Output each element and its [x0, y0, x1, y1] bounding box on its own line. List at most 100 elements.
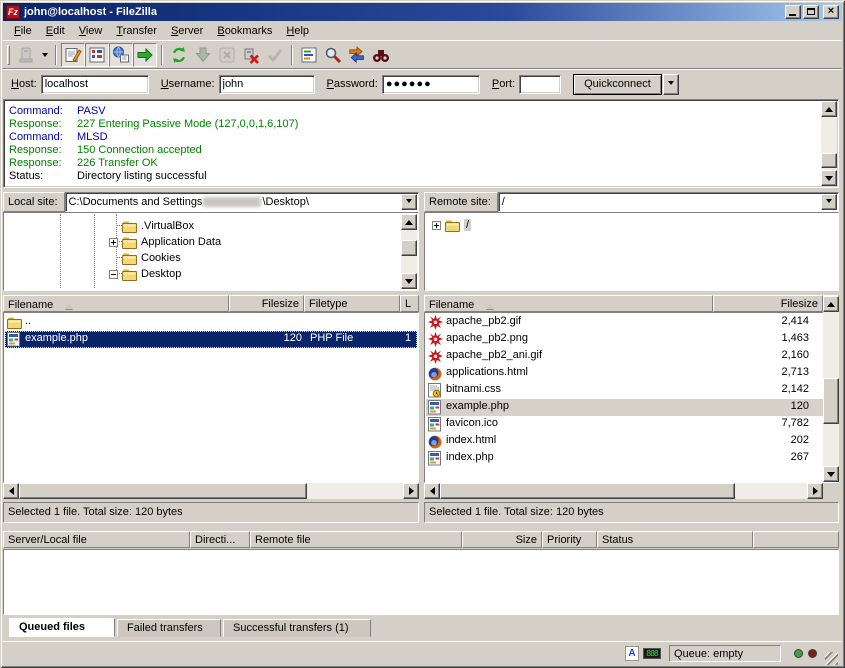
disconnect-button[interactable] — [239, 43, 263, 67]
log-scrollbar[interactable] — [821, 101, 837, 186]
scroll-down-button[interactable] — [823, 466, 839, 482]
local-site-dropdown-button[interactable] — [401, 194, 417, 210]
column-header-server-local-file[interactable]: Server/Local file — [3, 531, 190, 548]
column-header-l[interactable]: L — [400, 295, 419, 312]
minimize-button[interactable] — [785, 5, 801, 19]
resize-grip[interactable] — [825, 652, 838, 665]
menu-transfer[interactable]: Transfer — [109, 23, 164, 39]
file-row-example.php[interactable]: example.php120PHP File1 — [5, 331, 417, 348]
local-tree-scrollbar[interactable] — [401, 214, 417, 289]
file-row-..[interactable]: .. — [5, 314, 417, 331]
close-button[interactable]: × — [823, 5, 839, 19]
file-row-index.php[interactable]: index.php267 — [426, 450, 837, 467]
column-header-filetype[interactable]: Filetype — [304, 295, 400, 312]
php-file-icon — [428, 400, 441, 415]
scroll-thumb[interactable] — [823, 378, 839, 424]
column-header-remote-file[interactable]: Remote file — [250, 531, 462, 548]
remote-list-scrollbar[interactable] — [823, 296, 839, 482]
scroll-thumb[interactable] — [19, 483, 307, 499]
process-queue-button[interactable] — [191, 43, 215, 67]
filter-button[interactable] — [297, 43, 321, 67]
file-row-apache-pb2-ani.gif[interactable]: apache_pb2_ani.gif2,160 — [426, 348, 837, 365]
scroll-thumb[interactable] — [821, 153, 837, 168]
local-tree-item-application-data[interactable]: Application Data — [109, 234, 221, 250]
column-header-priority[interactable]: Priority — [542, 531, 597, 548]
local-site-combobox[interactable]: C:\Documents and Settings\Desktop\ — [65, 192, 419, 212]
scroll-up-button[interactable] — [823, 296, 839, 312]
column-header-size[interactable]: Size — [462, 531, 542, 548]
password-label: Password: — [327, 78, 378, 90]
file-row-bitnami.css[interactable]: bitnami.css2,142 — [426, 382, 837, 399]
scroll-down-button[interactable] — [821, 170, 837, 186]
local-tree-item-cookies[interactable]: Cookies — [122, 250, 181, 266]
toggle-remote-tree-icon — [112, 46, 130, 64]
file-row-applications.html[interactable]: applications.html2,713 — [426, 365, 837, 382]
column-header-status[interactable]: Status — [597, 531, 753, 548]
port-input[interactable] — [519, 75, 561, 94]
remote-site-dropdown-button[interactable] — [821, 194, 837, 210]
title-bar[interactable]: Fz john@localhost - FileZilla × — [3, 3, 842, 21]
local-tree-item-desktop[interactable]: Desktop — [109, 266, 181, 282]
menu-help[interactable]: Help — [279, 23, 316, 39]
scroll-up-button[interactable] — [401, 214, 417, 230]
menu-edit[interactable]: Edit — [39, 23, 72, 39]
queue-status-text: Queue: empty — [669, 645, 781, 662]
local-tree-item--virtualbox[interactable]: .VirtualBox — [122, 218, 194, 234]
quickconnect-dropdown-button[interactable] — [663, 74, 679, 95]
sort-ascending-icon — [486, 299, 494, 309]
find-files-button[interactable] — [321, 43, 345, 67]
expand-icon[interactable] — [432, 221, 441, 230]
tab-successful-transfers-1-[interactable]: Successful transfers (1) — [223, 619, 371, 637]
password-input[interactable] — [382, 75, 480, 94]
synchronized-browsing-button[interactable] — [345, 43, 369, 67]
file-row-apache-pb2.png[interactable]: apache_pb2.png1,463 — [426, 331, 837, 348]
scroll-left-button[interactable] — [3, 483, 19, 499]
local-hscrollbar[interactable] — [3, 483, 419, 499]
column-header-filename[interactable]: Filename — [424, 295, 713, 312]
tab-failed-transfers[interactable]: Failed transfers — [117, 619, 221, 637]
menu-server[interactable]: Server — [164, 23, 210, 39]
refresh-button[interactable] — [167, 43, 191, 67]
remote-hscrollbar[interactable] — [424, 483, 823, 499]
site-manager-dropdown-button[interactable] — [38, 44, 51, 66]
local-list-header: FilenameFilesizeFiletypeL — [3, 295, 419, 312]
toggle-queue-button[interactable] — [133, 43, 157, 67]
column-header-filesize[interactable]: Filesize — [229, 295, 304, 312]
column-header-directi-[interactable]: Directi... — [190, 531, 250, 548]
reconnect-button[interactable] — [263, 43, 287, 67]
file-row-favicon.ico[interactable]: favicon.ico7,782 — [426, 416, 837, 433]
remote-site-combobox[interactable]: / — [498, 192, 839, 212]
folder-icon — [122, 220, 137, 233]
search-binoculars-button[interactable] — [369, 43, 393, 67]
scroll-right-button[interactable] — [807, 483, 823, 499]
scroll-down-button[interactable] — [401, 273, 417, 289]
column-header-filesize[interactable]: Filesize — [713, 295, 823, 312]
transfer-type-icon[interactable]: A — [625, 646, 639, 661]
scroll-thumb[interactable] — [401, 240, 417, 256]
host-input[interactable] — [41, 75, 149, 94]
file-row-apache-pb2.gif[interactable]: apache_pb2.gif2,414 — [426, 314, 837, 331]
scroll-up-button[interactable] — [821, 101, 837, 117]
toggle-remote-tree-button[interactable] — [109, 43, 133, 67]
column-header-filename[interactable]: Filename — [3, 295, 229, 312]
file-row-example.php[interactable]: example.php120 — [426, 399, 837, 416]
toggle-message-log-button[interactable] — [61, 43, 85, 67]
speed-limit-icon[interactable]: 888 — [643, 648, 661, 659]
scroll-right-button[interactable] — [403, 483, 419, 499]
menu-bookmarks[interactable]: Bookmarks — [210, 23, 279, 39]
toggle-local-tree-button[interactable] — [85, 43, 109, 67]
username-input[interactable] — [219, 75, 315, 94]
menu-view[interactable]: View — [72, 23, 110, 39]
menu-file[interactable]: File — [7, 23, 39, 39]
expand-icon[interactable] — [109, 238, 118, 247]
cancel-button[interactable] — [215, 43, 239, 67]
collapse-icon[interactable] — [109, 270, 118, 279]
scroll-thumb[interactable] — [440, 483, 735, 499]
file-row-index.html[interactable]: index.html202 — [426, 433, 837, 450]
maximize-button[interactable] — [803, 5, 819, 19]
tab-queued-files[interactable]: Queued files — [9, 618, 115, 637]
scroll-left-button[interactable] — [424, 483, 440, 499]
site-manager-button[interactable] — [14, 43, 38, 67]
quickconnect-button[interactable]: Quickconnect — [573, 74, 662, 95]
remote-tree-item-root[interactable]: / — [432, 217, 471, 233]
